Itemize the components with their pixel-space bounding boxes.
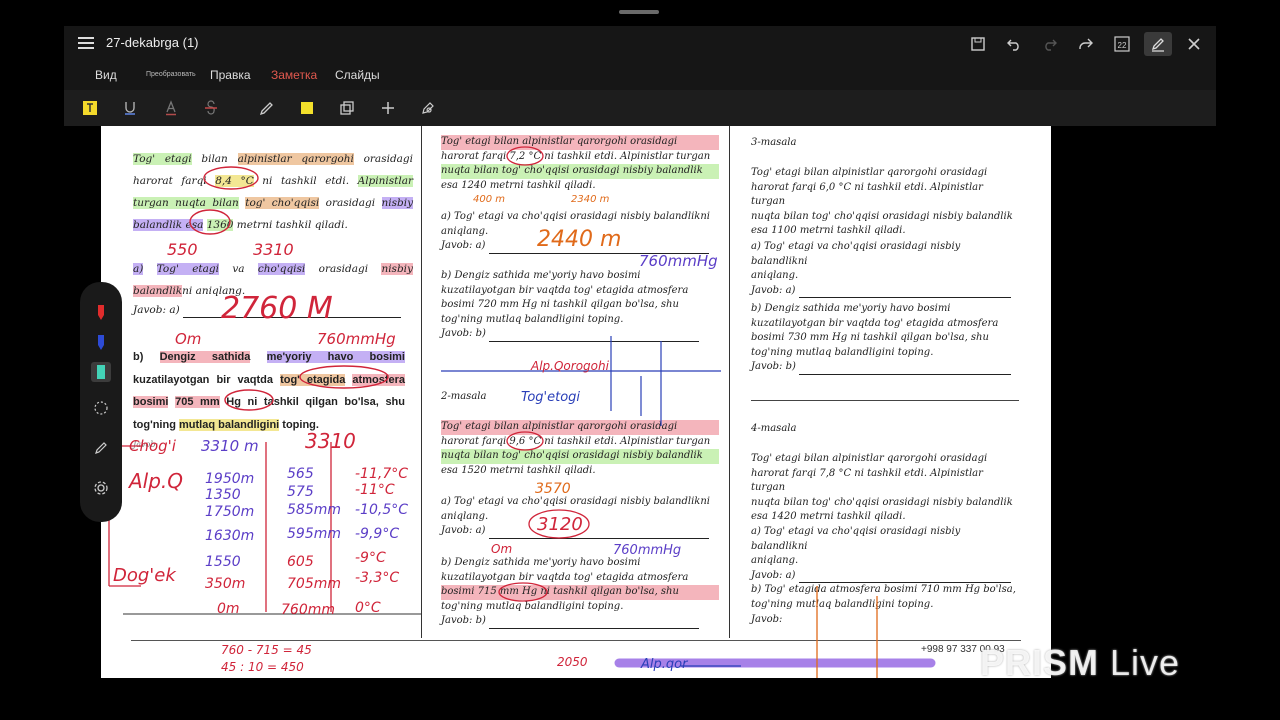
answer-field[interactable]: [489, 330, 700, 342]
column-divider: [729, 126, 730, 638]
share-icon[interactable]: [1072, 32, 1100, 56]
answer-field[interactable]: [488, 527, 709, 539]
pen-mode-icon[interactable]: [1144, 32, 1172, 56]
answer-a-label: Javob: a): [133, 304, 180, 316]
annotation-toolbar: [64, 90, 1216, 126]
column-2: Tog' etagi bilan alpinistlar qarorgohi o…: [441, 126, 721, 678]
undo-icon[interactable]: [1000, 32, 1028, 56]
answer-field[interactable]: [489, 617, 700, 629]
column-1: Tog' etagi bilan alpinistlar qarorgohi o…: [133, 153, 414, 449]
menu-convert[interactable]: Преобразовать: [146, 71, 196, 78]
heading-3: 3-masala: [751, 137, 797, 148]
underline-icon[interactable]: [119, 97, 141, 119]
highlighter-icon[interactable]: [91, 362, 111, 382]
menu-edit[interactable]: Правка: [210, 68, 251, 82]
settings-icon[interactable]: [91, 478, 111, 498]
drag-handle[interactable]: [619, 10, 659, 14]
add-icon[interactable]: [377, 97, 399, 119]
svg-text:22: 22: [1118, 41, 1127, 50]
answer-field[interactable]: [799, 363, 1012, 375]
heading-4: 4-masala: [751, 423, 797, 434]
redo-icon[interactable]: [1036, 32, 1064, 56]
ink-tool-sidebar: [80, 282, 122, 522]
save-icon[interactable]: [964, 32, 992, 56]
font-color-icon[interactable]: [160, 97, 182, 119]
hamburger-menu-icon[interactable]: [78, 35, 94, 51]
document-title: 27-dekabrga (1): [106, 35, 199, 50]
title-bar: 27-dekabrga (1) 22: [64, 26, 1216, 62]
blue-pen-icon[interactable]: [91, 332, 111, 352]
column-divider: [421, 126, 422, 638]
answer-b-label: Javob:: [133, 440, 159, 449]
strikethrough-icon[interactable]: [200, 97, 222, 119]
answer-field[interactable]: [488, 242, 709, 254]
heading-2: 2-masala: [441, 391, 487, 402]
document-page[interactable]: Tog' etagi bilan alpinistlar qarorgohi o…: [101, 126, 1051, 678]
menu-note[interactable]: Заметка: [271, 68, 317, 82]
pen-options-icon[interactable]: [91, 438, 111, 458]
menu-bar: Вид Преобразовать Правка Заметка Слайды: [64, 62, 1216, 90]
highlighter-icon[interactable]: [296, 97, 318, 119]
lasso-icon[interactable]: [91, 398, 111, 418]
pen-icon[interactable]: [256, 97, 278, 119]
shapes-icon[interactable]: [336, 97, 358, 119]
prism-live-watermark: PRISM Live: [980, 642, 1181, 683]
highlight-icon[interactable]: [79, 97, 101, 119]
page-count-icon[interactable]: 22: [1108, 32, 1136, 56]
answer-field[interactable]: [798, 286, 1011, 299]
pen-settings-icon[interactable]: [417, 97, 439, 119]
menu-slides[interactable]: Слайды: [335, 68, 380, 82]
red-pen-icon[interactable]: [91, 302, 111, 322]
column-3: 3-masala Tog' etagi bilan alpinistlar qa…: [751, 126, 1019, 678]
answer-field[interactable]: [798, 571, 1011, 584]
close-icon[interactable]: [1180, 32, 1208, 56]
answer-a-field[interactable]: [183, 306, 401, 318]
menu-view[interactable]: Вид: [95, 68, 117, 82]
section-rule: [751, 400, 1019, 401]
